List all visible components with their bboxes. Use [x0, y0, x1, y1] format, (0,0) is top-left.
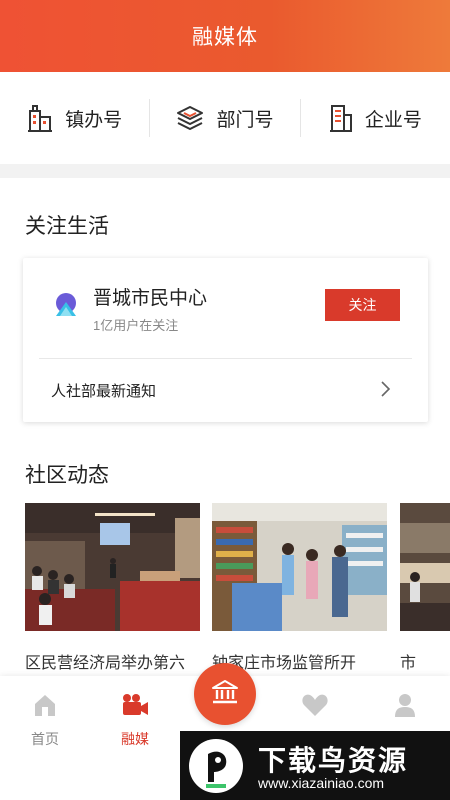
- building-icon: [27, 103, 53, 133]
- bird-logo-icon: [188, 738, 244, 799]
- chevron-right-icon[interactable]: [379, 380, 391, 403]
- community-feed: 区民营经济局举办第六 钟家庄市场监管所开 市: [25, 503, 450, 673]
- watermark-text: 下载鸟资源: [258, 745, 409, 776]
- feed-caption[interactable]: 市: [400, 649, 450, 673]
- card-divider: [39, 358, 412, 359]
- app-header: 融媒体: [0, 0, 450, 72]
- quick-item-town[interactable]: 镇办号: [0, 98, 149, 138]
- account-type-bar: 镇办号 部门号 企业号: [0, 72, 450, 164]
- home-icon: [32, 695, 58, 722]
- account-followers: 1亿用户在关注: [93, 318, 179, 333]
- follow-button[interactable]: 关注: [325, 289, 400, 321]
- quick-item-label: 镇办号: [65, 109, 123, 131]
- quick-item-enterprise[interactable]: 企业号: [301, 98, 450, 138]
- account-name: 晋城市民中心: [93, 288, 208, 309]
- heart-icon: [301, 694, 329, 722]
- quick-item-department[interactable]: 部门号: [150, 98, 299, 138]
- tab-home[interactable]: 首页: [0, 692, 90, 749]
- quick-item-label: 企业号: [364, 109, 422, 131]
- video-camera-icon: [120, 694, 150, 722]
- account-logo-icon: [53, 290, 79, 325]
- page-title: 融媒体: [192, 26, 258, 49]
- tab-favorites[interactable]: [270, 692, 360, 729]
- section-gap: [0, 164, 450, 178]
- tab-label: 首页: [31, 731, 59, 747]
- office-icon: [329, 103, 353, 133]
- tab-profile[interactable]: [360, 692, 450, 729]
- tab-label: 融媒: [121, 731, 149, 747]
- section-title-community: 社区动态: [25, 464, 109, 487]
- feed-caption[interactable]: 区民营经济局举办第六: [25, 649, 200, 673]
- bank-icon: [211, 679, 239, 710]
- layers-icon: [176, 104, 204, 132]
- watermark: 下载鸟资源 www.xiazainiao.com: [180, 731, 450, 800]
- account-card: 晋城市民中心 1亿用户在关注 关注 人社部最新通知: [23, 258, 428, 422]
- bank-button[interactable]: [194, 663, 256, 725]
- user-icon: [393, 694, 417, 722]
- notice-link[interactable]: 人社部最新通知: [51, 380, 156, 401]
- quick-item-label: 部门号: [216, 109, 274, 131]
- section-title-follow: 关注生活: [25, 215, 109, 238]
- watermark-url: www.xiazainiao.com: [258, 775, 385, 791]
- feed-photo-shop[interactable]: [212, 503, 387, 631]
- tab-media[interactable]: 融媒: [90, 692, 180, 749]
- feed-photo-partial[interactable]: [400, 503, 450, 631]
- feed-photo-meeting[interactable]: [25, 503, 200, 631]
